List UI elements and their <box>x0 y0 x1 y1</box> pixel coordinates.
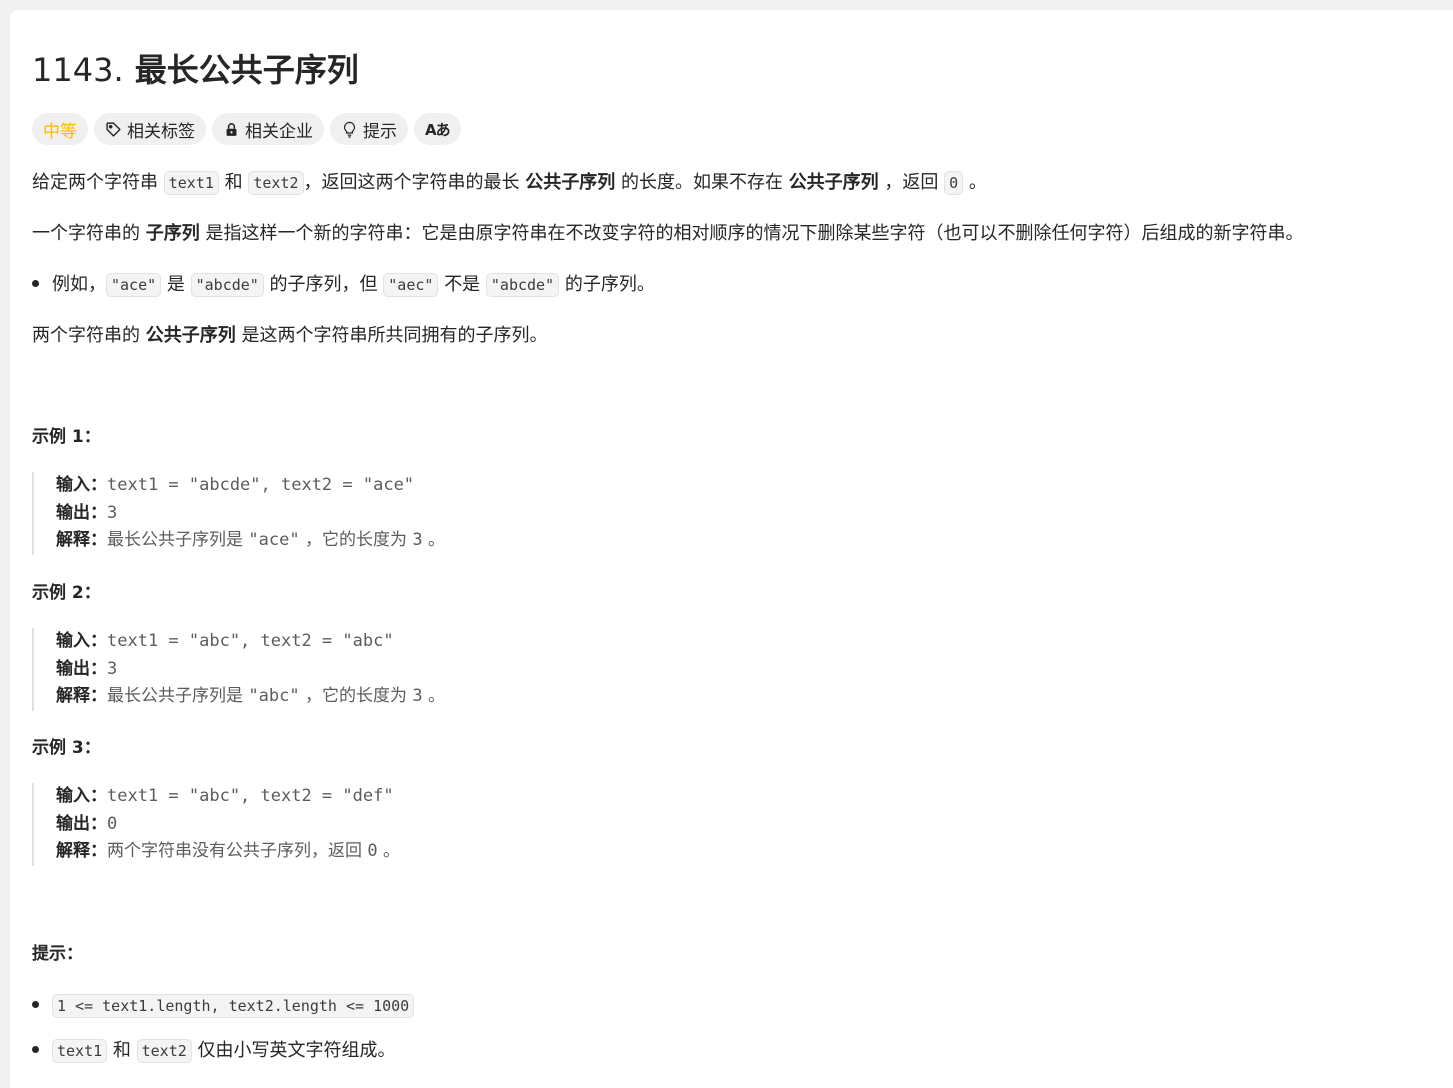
lock-icon <box>223 121 240 138</box>
difficulty-label: 中等 <box>43 121 77 142</box>
example-2-heading: 示例 2： <box>32 583 101 603</box>
text-segment: ，它的长度为 <box>299 530 413 550</box>
text-segment: 一个字符串的 <box>32 223 146 244</box>
text-segment: ，返回 <box>878 172 945 193</box>
related-tags-button[interactable]: 相关标签 <box>94 113 206 145</box>
text-segment: "abcde" <box>190 273 264 297</box>
text-segment: 解释： <box>56 530 107 550</box>
text-segment: 例如， <box>52 274 106 295</box>
text-segment: text1 <box>52 1039 108 1063</box>
text-segment: 的子序列，但 <box>263 274 384 295</box>
text-segment: 3 <box>412 686 423 706</box>
text-segment: 给定两个字符串 <box>32 172 164 193</box>
text-segment: text1 = "abc", text2 = "def" <box>107 786 394 806</box>
text-segment: text2 <box>248 171 304 195</box>
example-3-block: 输入：text1 = "abc", text2 = "def" 输出：0 解释：… <box>32 783 400 866</box>
constraint-item-2: text1 和 text2 仅由小写英文字符组成。 <box>32 1038 396 1064</box>
text-segment: 是 <box>161 274 191 295</box>
text-segment: 最长公共子序列是 <box>107 686 249 706</box>
text-segment: 和 <box>218 172 249 193</box>
text-segment: 是指这样一个新的字符串：它是由原字符串在不改变字符的相对顺序的情况下删除某些字符… <box>199 223 1304 244</box>
text-segment: 输出： <box>56 658 107 679</box>
text-segment: text1 = "abc", text2 = "abc" <box>107 631 394 651</box>
text-segment: 0 <box>107 813 118 834</box>
text-segment: 公共子序列 <box>145 325 236 346</box>
text-segment: text1 = "abcde", text2 = "ace" <box>107 475 415 495</box>
text-segment: 0 <box>944 171 964 195</box>
text-segment: 0 <box>367 841 378 861</box>
text-segment: 的长度。如果不存在 <box>615 172 789 193</box>
translate-icon: Aあ <box>425 120 451 139</box>
difficulty-badge: 中等 <box>32 113 88 145</box>
lightbulb-icon <box>341 121 358 138</box>
description-paragraph-2: 一个字符串的 子序列 是指这样一个新的字符串：它是由原字符串在不改变字符的相对顺… <box>32 221 1303 247</box>
text-segment: 不是 <box>438 274 486 295</box>
text-segment: 和 <box>107 1040 137 1061</box>
text-segment: 是这两个字符串所共同拥有的子序列。 <box>235 325 548 346</box>
text-segment: 。 <box>377 841 401 861</box>
hint-label: 提示 <box>363 121 397 142</box>
text-segment: "ace" <box>106 273 162 297</box>
text-segment: 子序列 <box>145 223 200 244</box>
list-item: 例如， "ace" 是 "abcde" 的子序列，但 "aec" 不是 "abcd… <box>32 272 655 298</box>
text-segment: 3 <box>107 658 118 679</box>
bullet <box>32 1001 39 1008</box>
text-segment: 解释： <box>56 686 107 706</box>
problem-title: 最长公共子序列 <box>134 51 359 89</box>
description-paragraph-3: 两个字符串的 公共子序列 是这两个字符串所共同拥有的子序列。 <box>32 323 547 349</box>
text-segment: 最长公共子序列是 <box>107 530 249 550</box>
text-segment: 的子序列。 <box>559 274 655 295</box>
text-segment: 。 <box>963 172 987 193</box>
text-segment: 仅由小写英文字符组成。 <box>191 1040 396 1061</box>
related-companies-label: 相关企业 <box>245 121 313 142</box>
text-segment: "abc" <box>248 686 300 706</box>
text-segment: "aec" <box>383 273 439 297</box>
tag-icon <box>105 121 122 138</box>
bullet <box>32 1046 39 1053</box>
example-2-block: 输入：text1 = "abc", text2 = "abc" 输出：3 解释：… <box>32 628 445 711</box>
related-tags-label: 相关标签 <box>127 121 195 142</box>
text-segment: 输入： <box>56 786 107 806</box>
constraints-heading: 提示： <box>32 944 83 964</box>
text-segment: ，返回这两个字符串的最长 <box>303 172 526 193</box>
text-segment: "ace" <box>248 530 300 550</box>
description-paragraph-1: 给定两个字符串 text1 和 text2 ，返回这两个字符串的最长 公共子序列 … <box>32 170 987 196</box>
constraint-item-1: 1 <= text1.length, text2.length <= 1000 <box>32 993 415 1019</box>
text-segment: 输出： <box>56 813 107 834</box>
bullet <box>32 280 39 287</box>
related-companies-button[interactable]: 相关企业 <box>212 113 324 145</box>
example-1-block: 输入：text1 = "abcde", text2 = "ace" 输出：3 解… <box>32 472 445 555</box>
page-title: 1143. 最长公共子序列 <box>32 48 359 92</box>
text-segment: 输入： <box>56 475 107 495</box>
hint-button[interactable]: 提示 <box>330 113 408 145</box>
example-1-heading: 示例 1： <box>32 427 101 447</box>
text-segment: 两个字符串的 <box>32 325 146 346</box>
text-segment: 。 <box>422 530 446 550</box>
text-segment: text2 <box>136 1039 192 1063</box>
translate-button[interactable]: Aあ <box>414 113 461 145</box>
text-segment: 公共子序列 <box>525 172 616 193</box>
text-segment: 解释： <box>56 841 107 861</box>
text-segment: 输出： <box>56 502 107 523</box>
text-segment: 两个字符串没有公共子序列，返回 <box>107 841 368 861</box>
text-segment: 3 <box>412 530 423 550</box>
text-segment: ，它的长度为 <box>299 686 413 706</box>
text-segment: 。 <box>422 686 446 706</box>
text-segment: 公共子序列 <box>788 172 879 193</box>
text-segment: text1 <box>163 171 219 195</box>
example-3-heading: 示例 3： <box>32 738 101 758</box>
text-segment: "abcde" <box>485 273 560 297</box>
text-segment: 输入： <box>56 631 107 651</box>
text-segment: 3 <box>107 502 118 523</box>
tag-row: 中等 相关标签 相关企业 提示 Aあ <box>32 113 461 145</box>
text-segment: 1 <= text1.length, text2.length <= 1000 <box>52 994 415 1018</box>
problem-number: 1143. <box>32 51 124 89</box>
problem-description-panel: 1143. 最长公共子序列 中等 相关标签 相关企业 提示 Aあ 给定两个字符串… <box>10 10 1453 1088</box>
